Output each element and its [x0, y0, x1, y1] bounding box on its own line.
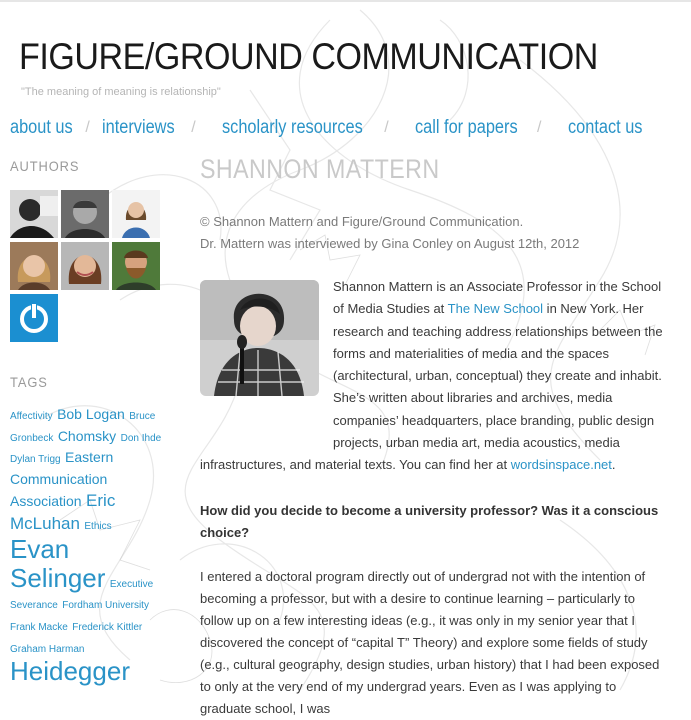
site-tagline: "The meaning of meaning is relationship" — [21, 86, 221, 98]
interview-note: Dr. Mattern was interviewed by Gina Conl… — [200, 236, 580, 251]
nav-call-for-papers[interactable]: call for papers — [415, 117, 518, 139]
nav-separator: / — [85, 119, 90, 136]
interview-answer: I entered a doctoral program directly ou… — [200, 569, 660, 716]
tag-link[interactable]: Don Ihde — [121, 433, 162, 444]
nav-interviews[interactable]: interviews — [102, 117, 175, 139]
tags-heading: TAGS — [10, 374, 48, 390]
top-border — [0, 0, 691, 2]
nav-separator: / — [536, 119, 542, 136]
author-avatar[interactable] — [10, 242, 58, 290]
new-school-link[interactable]: The New School — [448, 301, 543, 316]
power-icon — [10, 294, 58, 342]
tag-link[interactable]: Bob Logan — [57, 406, 125, 422]
author-avatar[interactable] — [112, 242, 160, 290]
tag-link[interactable]: Heidegger — [10, 656, 130, 686]
interview-question: How did you decide to become a universit… — [200, 503, 659, 540]
sidebar: AUTHORS TAGS Affectivity Bob Logan Bruce… — [10, 158, 170, 685]
tag-cloud: Affectivity Bob Logan Bruce Gronbeck Cho… — [10, 404, 170, 687]
author-avatar[interactable] — [112, 190, 160, 238]
tag-link[interactable]: Dylan Trigg — [10, 454, 61, 465]
post-meta: © Shannon Mattern and Figure/Ground Comm… — [200, 211, 579, 255]
nav-contact-us[interactable]: contact us — [568, 117, 642, 139]
author-avatar[interactable] — [10, 294, 58, 342]
post-title: SHANNON MATTERN — [200, 154, 440, 184]
tag-link[interactable]: Evan Selinger — [10, 534, 105, 593]
author-avatar[interactable] — [61, 242, 109, 290]
tag-link[interactable]: Chomsky — [58, 428, 116, 444]
author-avatar[interactable] — [61, 190, 109, 238]
tag-link[interactable]: Ethics — [84, 521, 111, 532]
tag-link[interactable]: Fordham University — [62, 600, 149, 611]
tag-link[interactable]: Affectivity — [10, 411, 53, 422]
tag-link[interactable]: Frank Macke — [10, 622, 68, 633]
nav-about-us[interactable]: about us — [10, 117, 73, 139]
copyright-line: © Shannon Mattern and Figure/Ground Comm… — [200, 214, 524, 229]
post-content: SHANNON MATTERN © Shannon Mattern and Fi… — [200, 154, 670, 716]
authors-heading: AUTHORS — [10, 158, 80, 174]
bio-paragraph: Shannon Mattern is an Associate Professo… — [200, 276, 670, 477]
tag-link[interactable]: Frederick Kittler — [72, 622, 142, 633]
bio-text: . — [611, 457, 616, 473]
main-nav: about us / interviews / scholarly resour… — [10, 117, 654, 143]
nav-separator: / — [384, 119, 389, 136]
tag-link[interactable]: Graham Harman — [10, 644, 84, 655]
site-title[interactable]: FIGURE/GROUND COMMUNICATION — [19, 36, 598, 78]
author-avatar[interactable] — [10, 190, 58, 238]
wordsinspace-link[interactable]: wordsinspace.net — [511, 457, 612, 472]
nav-separator: / — [191, 119, 196, 136]
nav-scholarly-resources[interactable]: scholarly resources — [222, 117, 363, 139]
